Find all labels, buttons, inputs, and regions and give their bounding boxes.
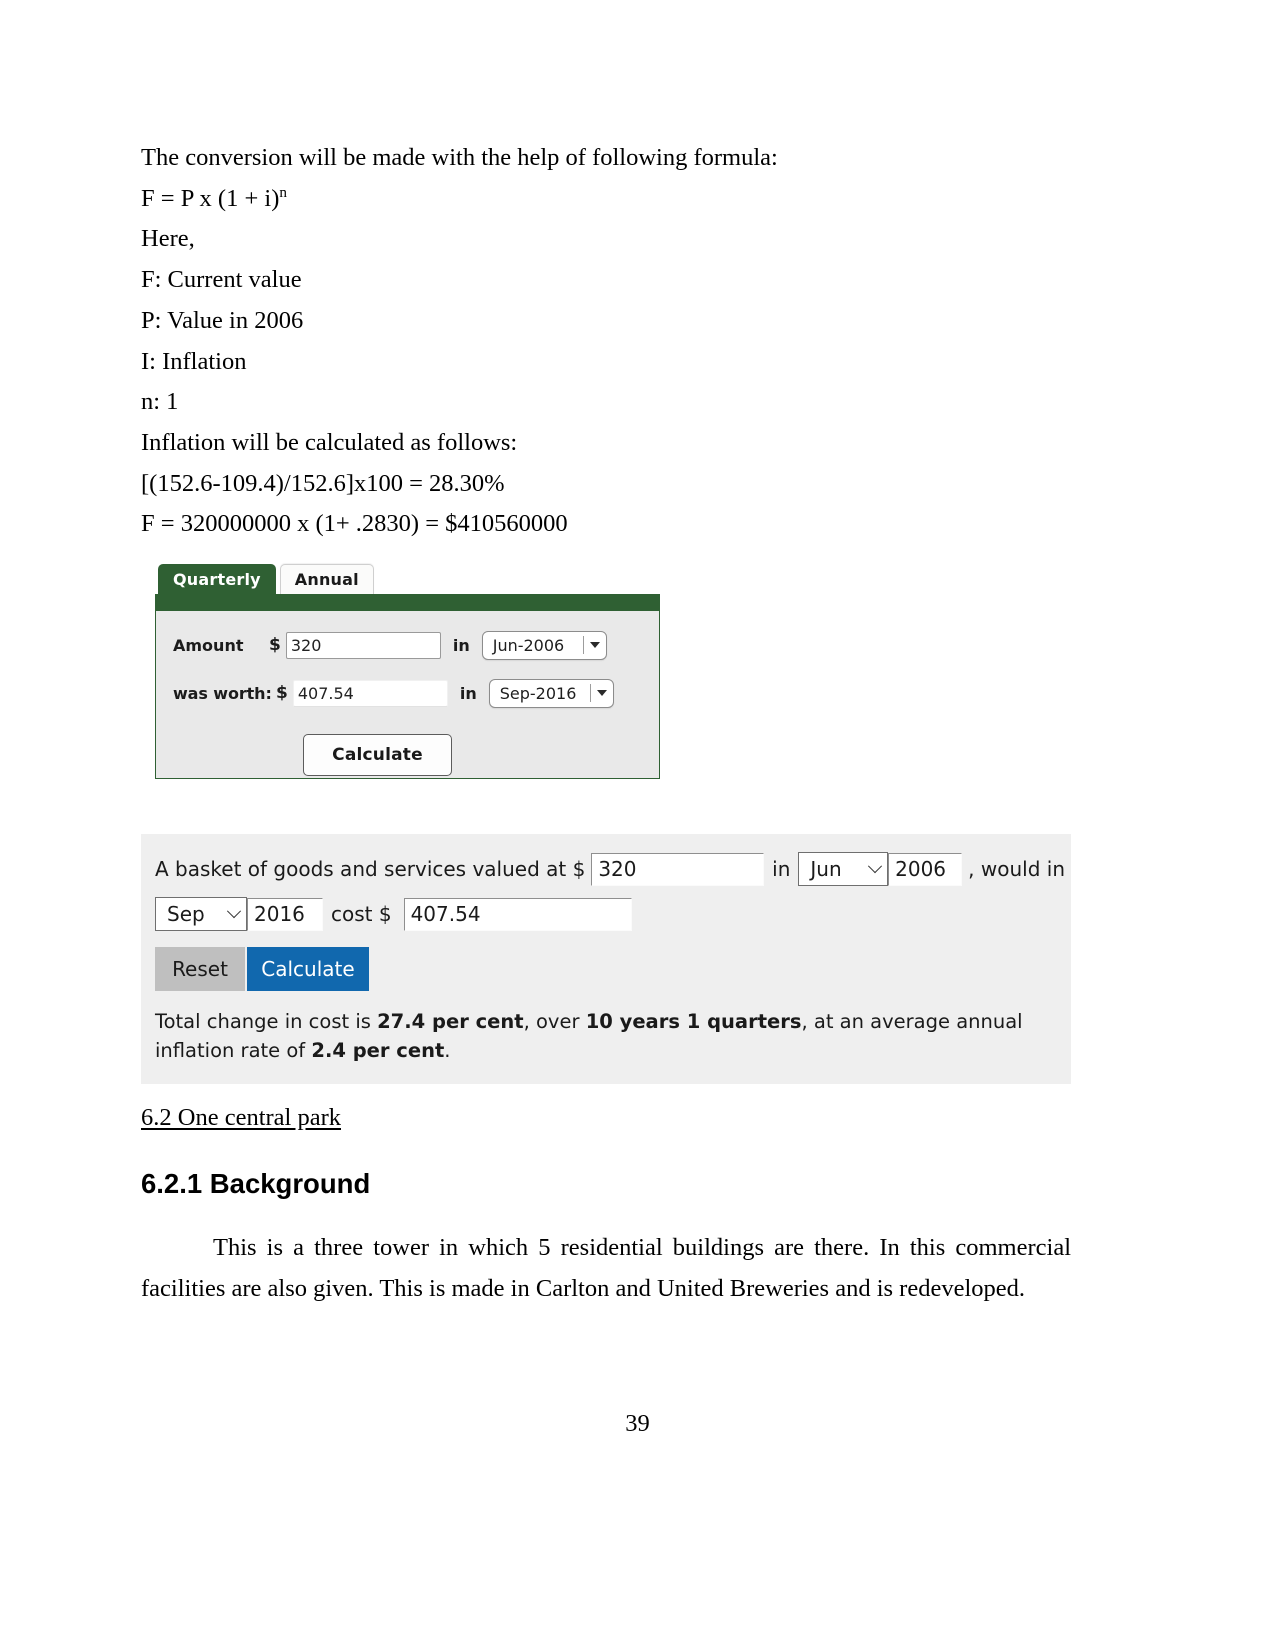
result-annual-rate: 2.4 per cent: [311, 1039, 445, 1062]
basket-lead-label: A basket of goods and services valued at…: [155, 857, 586, 881]
to-year-input[interactable]: 2016: [247, 897, 323, 931]
from-month-value: Jun: [810, 857, 842, 881]
amount-input[interactable]: 320: [285, 631, 441, 659]
formula-base: F = P x (1 + i): [141, 184, 280, 212]
from-period-value: Jun-2006: [492, 635, 565, 655]
paragraph-line-p: P: Value in 2006: [141, 306, 304, 334]
from-period-caret-wrap: [582, 636, 600, 654]
to-month-value: Sep: [167, 902, 205, 926]
formula-exponent: n: [279, 183, 287, 201]
basket-inflation-calculator: A basket of goods and services valued at…: [141, 834, 1071, 1084]
from-year-input[interactable]: 2006: [888, 852, 963, 886]
chevron-down-icon: [596, 690, 607, 696]
result-duration: 10 years 1 quarters: [585, 1010, 802, 1033]
reset-button[interactable]: Reset: [155, 947, 245, 991]
intro-text-block: The conversion will be made with the hel…: [141, 138, 1071, 545]
paragraph-line-i: I: Inflation: [141, 347, 247, 375]
basket-amount-input[interactable]: 320: [591, 852, 765, 886]
result-part-2: , over: [523, 1010, 586, 1033]
paragraph-line-result: F = 320000000 x (1+ .2830) = $410560000: [141, 510, 568, 538]
formula-line: F = P x (1 + i)n: [141, 179, 1071, 220]
paragraph-line-inflation: Inflation will be calculated as follows:: [141, 428, 518, 456]
chevron-down-icon: [226, 904, 242, 919]
tab-annual[interactable]: Annual: [279, 563, 374, 594]
paragraph-line-f: F: Current value: [141, 266, 302, 294]
cost-label: cost $: [331, 902, 392, 926]
amount-connector-label: in: [452, 635, 470, 655]
paragraph-line-n: n: 1: [141, 388, 179, 416]
amount-label: Amount: [173, 635, 244, 655]
was-worth-input[interactable]: 407.54: [292, 679, 448, 707]
cost-input[interactable]: 407.54: [403, 897, 632, 931]
paragraph-line-here: Here,: [141, 225, 195, 253]
from-period-select[interactable]: Jun-2006: [481, 630, 607, 660]
background-paragraph: This is a three tower in which 5 residen…: [141, 1228, 1071, 1309]
page-number: 39: [625, 1410, 650, 1437]
to-period-value: Sep-2016: [499, 683, 577, 703]
quarterly-inflation-calculator: Quarterly Annual Amount $ 320 in Jun-200…: [155, 562, 660, 779]
result-total-change: 27.4 per cent: [377, 1010, 524, 1033]
select-divider: [589, 684, 591, 702]
result-summary: Total change in cost is 27.4 per cent, o…: [141, 1007, 1071, 1065]
calculate-button-row: Calculate: [156, 734, 659, 776]
basket-calculate-button[interactable]: Calculate: [247, 947, 369, 991]
basket-button-row: Reset Calculate: [141, 947, 1071, 991]
document-page: The conversion will be made with the hel…: [0, 0, 1275, 1650]
select-divider: [582, 636, 584, 654]
chevron-down-icon: [868, 859, 883, 874]
tab-quarterly[interactable]: Quarterly: [158, 563, 276, 594]
amount-row: Amount $ 320 in Jun-2006: [156, 629, 659, 661]
to-month-select[interactable]: Sep: [155, 897, 247, 931]
background-paragraph-text: This is a three tower in which 5 residen…: [141, 1234, 1071, 1302]
amount-currency-symbol: $: [269, 635, 281, 655]
was-worth-currency-symbol: $: [276, 683, 288, 703]
subsection-heading: 6.2.1 Background: [141, 1168, 371, 1199]
tab-strip-bar: [155, 594, 660, 611]
basket-second-row: Sep 2016 cost $ 407.54: [141, 897, 1071, 931]
basket-first-row: A basket of goods and services valued at…: [141, 852, 1071, 886]
to-period-caret-wrap: [589, 684, 607, 702]
basket-in-label: in: [772, 857, 791, 881]
calculator-tabs: Quarterly Annual: [155, 562, 660, 594]
was-worth-row: was worth: $ 407.54 in Sep-2016: [156, 677, 659, 709]
basket-would-in-label: , would in: [968, 857, 1065, 881]
section-heading: 6.2 One central park: [141, 1104, 341, 1131]
quarterly-calculate-button[interactable]: Calculate: [303, 734, 452, 776]
chevron-down-icon: [589, 642, 600, 648]
was-worth-connector-label: in: [459, 683, 477, 703]
paragraph-line-calc: [(152.6-109.4)/152.6]x100 = 28.30%: [141, 469, 505, 497]
was-worth-label: was worth:: [173, 683, 272, 703]
calculator-body: Amount $ 320 in Jun-2006 was worth: $ 40…: [155, 611, 660, 779]
from-month-select[interactable]: Jun: [798, 852, 889, 886]
paragraph-line-1: The conversion will be made with the hel…: [141, 144, 778, 171]
result-part-4: .: [444, 1039, 451, 1062]
to-period-select[interactable]: Sep-2016: [488, 678, 614, 708]
result-part-1: Total change in cost is: [155, 1010, 378, 1033]
